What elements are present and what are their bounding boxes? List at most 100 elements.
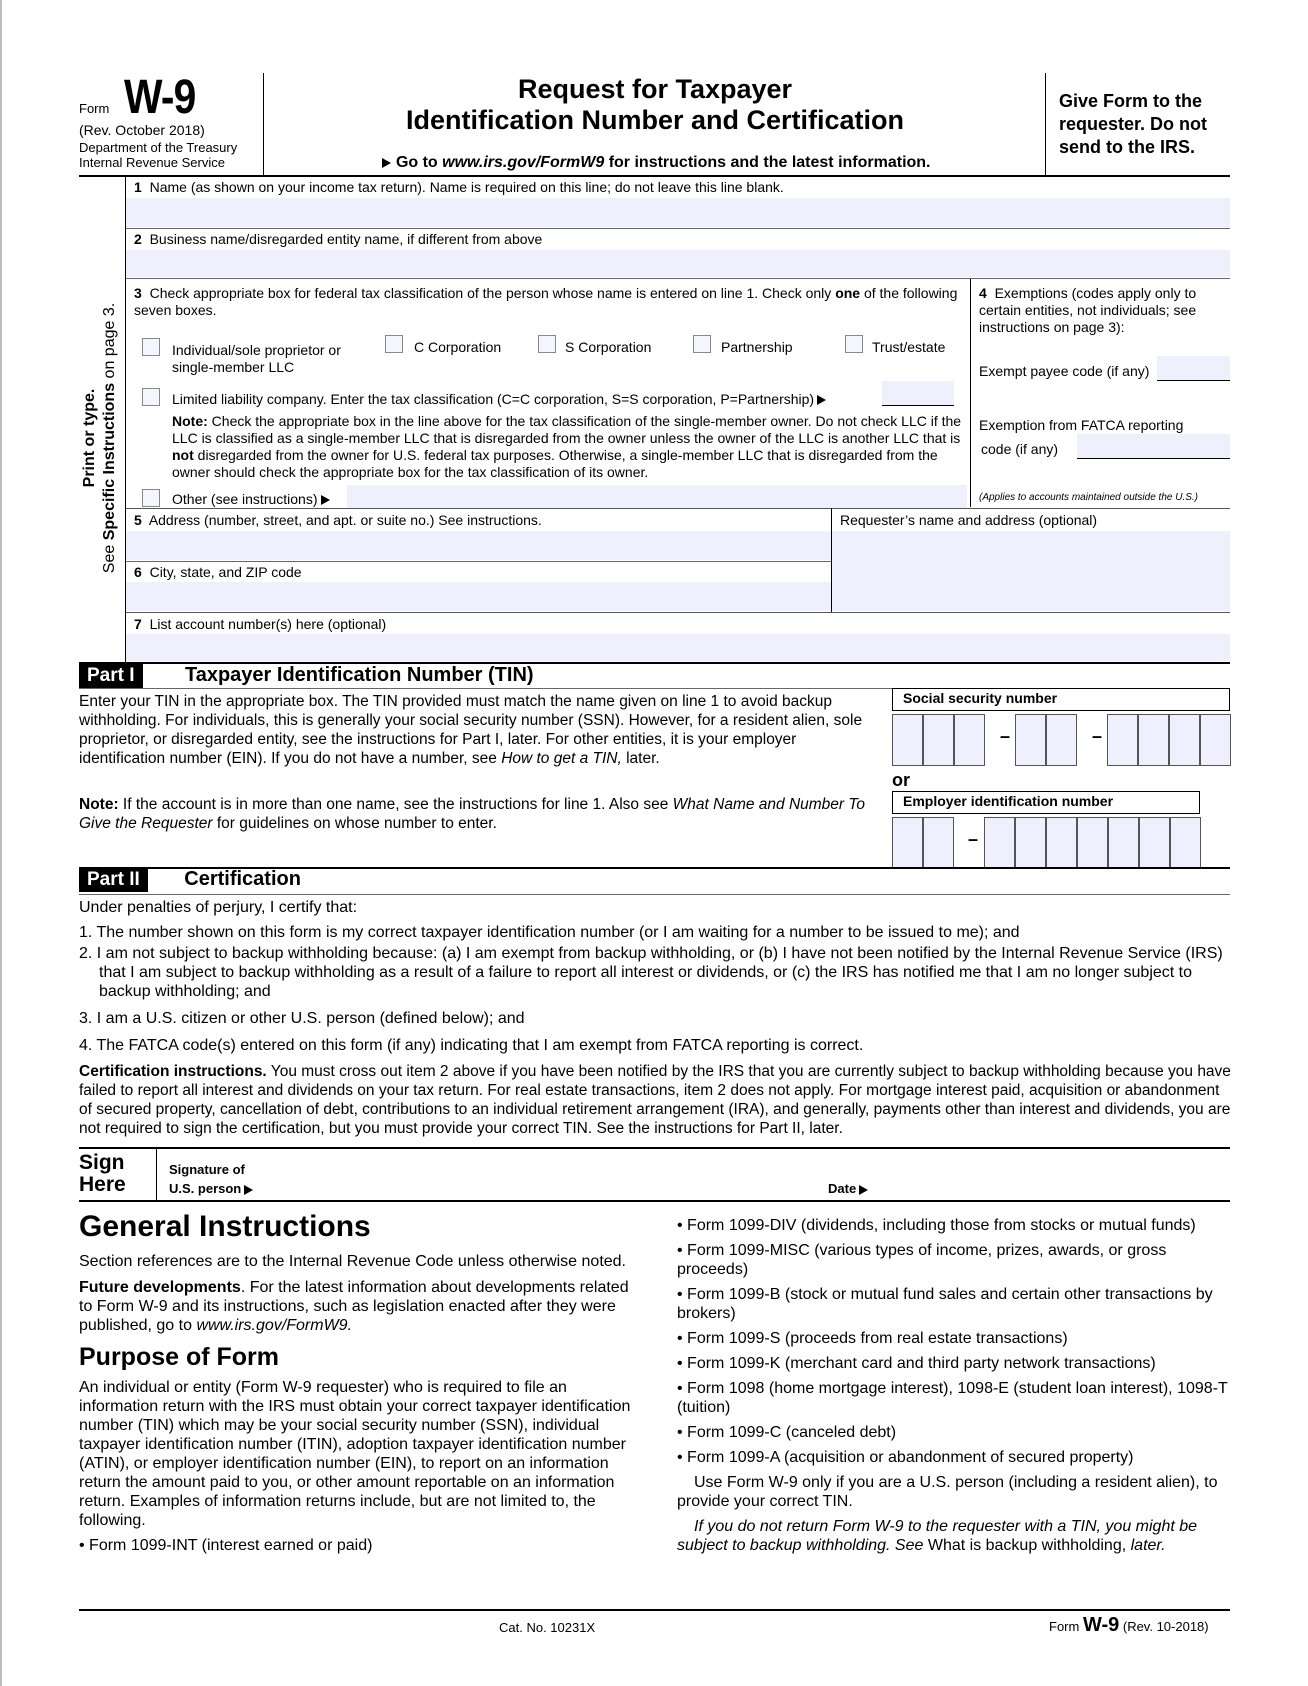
certification-item-4: 4. The FATCA code(s) entered on this for… xyxy=(79,1037,864,1054)
bullet-1099-int: • Form 1099-INT (interest earned or paid… xyxy=(79,1537,373,1554)
arrow-right-icon xyxy=(817,395,827,406)
bullet-1098: • Form 1098 (home mortgage interest), 10… xyxy=(677,1380,1228,1416)
requester-input[interactable] xyxy=(832,531,1230,611)
goto-suffix: for instructions and the latest informat… xyxy=(608,154,931,171)
revision: (Rev. October 2018) xyxy=(79,122,205,138)
ein-digit-box[interactable] xyxy=(1139,817,1170,869)
ssn-digit-box[interactable] xyxy=(1200,714,1231,766)
arrow-right-icon xyxy=(320,495,330,506)
ein-digit-box[interactable] xyxy=(923,817,954,869)
option-partnership-label: Partnership xyxy=(721,339,793,355)
or-label: or xyxy=(892,770,910,790)
account-numbers-input[interactable] xyxy=(126,634,1230,661)
fatca-label-2: code (if any) xyxy=(981,441,1059,457)
signature-field[interactable] xyxy=(275,1152,815,1198)
arrow-right-icon xyxy=(244,1184,254,1195)
option-individual-label: Individual/sole proprietor or single-mem… xyxy=(172,342,341,375)
ein-digit-box[interactable] xyxy=(1108,817,1139,869)
llc-label: Limited liability company. Enter the tax… xyxy=(172,391,827,407)
general-instructions-heading: General Instructions xyxy=(79,1210,371,1243)
ssn-digit-box[interactable] xyxy=(1138,714,1169,766)
general-instructions-right: • Form 1099-DIV (dividends, including th… xyxy=(677,1216,1237,1555)
purpose-heading: Purpose of Form xyxy=(79,1343,280,1371)
part2-title: Certification xyxy=(184,868,301,890)
goto-url[interactable]: www.irs.gov/FormW9 xyxy=(442,154,604,171)
purpose-text: An individual or entity (Form W-9 reques… xyxy=(79,1379,631,1529)
certification-item-3: 3. I am a U.S. citizen or other U.S. per… xyxy=(79,1010,525,1027)
ein-label: Employer identification number xyxy=(892,791,1200,814)
ssn-digit-box[interactable] xyxy=(1107,714,1138,766)
ein-digit-box[interactable] xyxy=(892,817,923,869)
line5-label: 5 Address (number, street, and apt. or s… xyxy=(134,512,542,528)
future-developments: Future developments. For the latest info… xyxy=(79,1279,629,1334)
fatca-label-1: Exemption from FATCA reporting xyxy=(979,417,1184,433)
line7-label: 7 List account number(s) here (optional) xyxy=(134,616,387,632)
footer-form-id: Form W-9 (Rev. 10-2018) xyxy=(1049,1614,1209,1636)
ssn-digit-box[interactable] xyxy=(923,714,954,766)
ssn-digit-box[interactable] xyxy=(1169,714,1200,766)
arrow-right-icon xyxy=(859,1184,869,1195)
part2-header: Part II Certification xyxy=(79,868,301,892)
ssn-digit-box[interactable] xyxy=(954,714,985,766)
part1-instructions: Enter your TIN in the appropriate box. T… xyxy=(79,693,863,767)
title-line-1: Request for Taxpayer xyxy=(517,74,793,104)
side-see: See xyxy=(101,544,118,574)
part2-intro: Under penalties of perjury, I certify th… xyxy=(79,899,358,916)
ein-digit-box[interactable] xyxy=(1015,817,1046,869)
line3-label: 3 Check appropriate box for federal tax … xyxy=(134,285,958,318)
option-c-corp-label: C Corporation xyxy=(414,339,502,355)
business-name-input[interactable] xyxy=(126,250,1230,277)
checkbox-llc[interactable] xyxy=(142,388,160,406)
form-id-block: Form W-9 (Rev. October 2018) Department … xyxy=(79,70,259,170)
bullet-1099-b: • Form 1099-B (stock or mutual fund sale… xyxy=(677,1286,1213,1322)
checkbox-c-corporation[interactable] xyxy=(385,335,403,353)
date-label: Date xyxy=(828,1179,869,1198)
bullet-1099-misc: • Form 1099-MISC (various types of incom… xyxy=(677,1242,1167,1278)
ein-digit-box[interactable] xyxy=(1077,817,1108,869)
exempt-payee-label: Exempt payee code (if any) xyxy=(979,363,1150,379)
part2-tag: Part II xyxy=(79,868,148,892)
ssn-digit-box[interactable] xyxy=(1046,714,1077,766)
future-url[interactable]: www.irs.gov/FormW9. xyxy=(196,1317,352,1334)
ssn-digit-box[interactable] xyxy=(892,714,923,766)
other-label: Other (see instructions) xyxy=(172,491,330,507)
exempt-payee-input[interactable] xyxy=(1157,356,1230,381)
goto-prefix: Go to xyxy=(395,154,438,171)
checkbox-trust-estate[interactable] xyxy=(845,335,863,353)
checkbox-partnership[interactable] xyxy=(693,335,711,353)
checkbox-other[interactable] xyxy=(142,489,160,507)
ssn-digit-box[interactable] xyxy=(1015,714,1046,766)
date-field[interactable] xyxy=(885,1152,1230,1198)
title-line-2: Identification Number and Certification xyxy=(405,105,905,135)
checkbox-s-corporation[interactable] xyxy=(538,335,556,353)
form-title: Request for Taxpayer Identification Numb… xyxy=(265,74,1045,136)
goto-line: Go to www.irs.gov/FormW9 for instruction… xyxy=(265,154,1045,172)
signature-label: Signature of U.S. person xyxy=(169,1160,254,1198)
ein-digit-box[interactable] xyxy=(1170,817,1201,869)
fatca-code-input[interactable] xyxy=(1077,434,1230,459)
sign-here-label: Sign Here xyxy=(79,1151,126,1196)
other-classification-input[interactable] xyxy=(347,485,967,508)
general-instructions-left: General Instructions Section references … xyxy=(79,1210,639,1555)
address-input[interactable] xyxy=(126,531,831,560)
page-edge xyxy=(0,0,2,1686)
section-references: Section references are to the Internal R… xyxy=(79,1253,626,1270)
ein-digit-box[interactable] xyxy=(1046,817,1077,869)
line6-label: 6 City, state, and ZIP code xyxy=(134,564,302,580)
city-state-zip-input[interactable] xyxy=(126,582,831,611)
certification-item-2: 2. I am not subject to backup withholdin… xyxy=(79,945,1223,1000)
ein-digit-box[interactable] xyxy=(984,817,1015,869)
fatca-note: (Applies to accounts maintained outside … xyxy=(979,492,1199,503)
backup-withholding-warning: If you do not return Form W-9 to the req… xyxy=(677,1518,1198,1554)
name-input[interactable] xyxy=(126,198,1230,227)
part1-tag: Part I xyxy=(79,664,143,688)
catalog-number: Cat. No. 10231X xyxy=(499,1620,596,1635)
llc-classification-input[interactable] xyxy=(882,381,954,406)
checkbox-individual[interactable] xyxy=(142,338,160,356)
form-number: W-9 xyxy=(123,71,196,124)
department: Department of the Treasury xyxy=(79,140,238,155)
part1-note: Note: If the account is in more than one… xyxy=(79,796,866,832)
side-specific-instructions: Specific Instructions xyxy=(101,382,118,541)
line4-label: 4 Exemptions (codes apply only to certai… xyxy=(979,285,1197,335)
part1-header: Part I Taxpayer Identification Number (T… xyxy=(79,664,534,688)
